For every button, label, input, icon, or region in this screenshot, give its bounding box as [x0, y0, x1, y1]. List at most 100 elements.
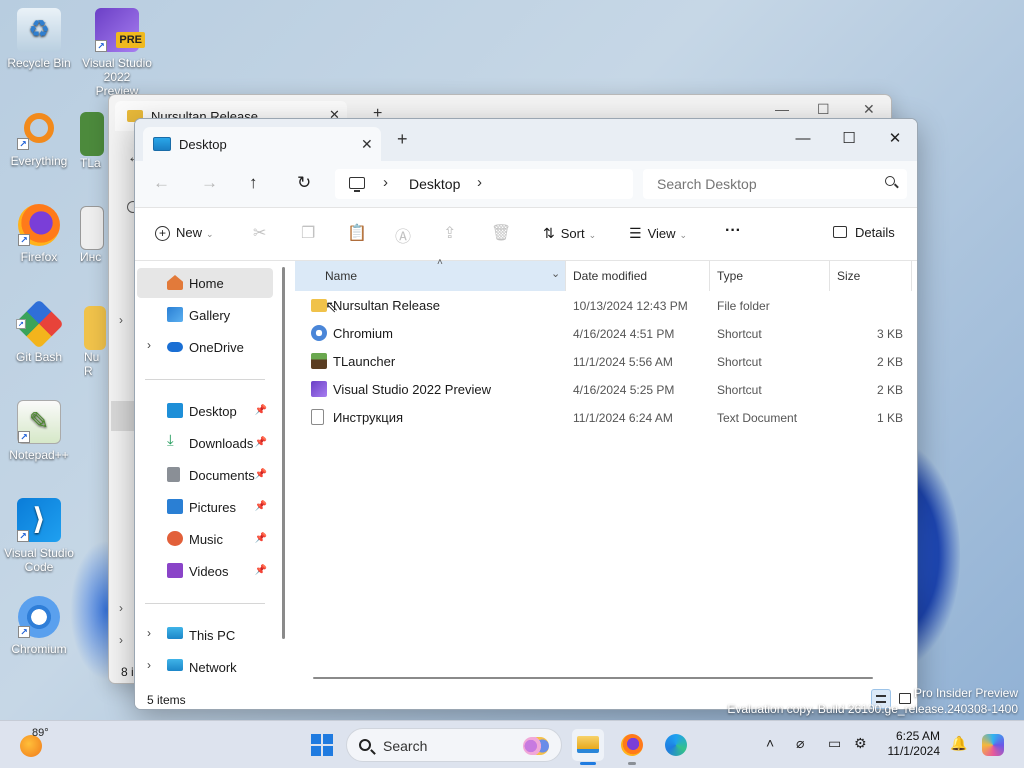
- new-button[interactable]: + New ⌄: [155, 225, 214, 241]
- close-icon[interactable]: ✕: [873, 125, 917, 153]
- refresh-icon[interactable]: ↻: [297, 173, 311, 193]
- pin-icon[interactable]: 📌: [255, 405, 267, 416]
- pin-icon[interactable]: 📌: [255, 437, 267, 448]
- column-separator[interactable]: [911, 261, 912, 291]
- sidebar-item-pictures[interactable]: Pictures 📌: [137, 492, 273, 522]
- pin-icon[interactable]: 📌: [255, 469, 267, 480]
- explorer-window[interactable]: Desktop ✕ + — ☐ ✕ ← → ↑ ↻ › Desktop › +N…: [134, 118, 918, 710]
- horizontal-scrollbar[interactable]: [313, 677, 873, 679]
- desktop-icon-git-bash[interactable]: ↗ Git Bash: [3, 299, 75, 364]
- chevron-up-icon[interactable]: ˄: [766, 735, 774, 751]
- column-size[interactable]: Size: [837, 269, 860, 283]
- column-separator[interactable]: [565, 261, 566, 291]
- edge-icon: [665, 734, 687, 756]
- expand-chevron-icon[interactable]: ›: [119, 601, 123, 615]
- sidebar-item-network[interactable]: › Network: [137, 652, 273, 682]
- copy-icon[interactable]: ❐: [301, 223, 315, 243]
- desktop-icon-notepad-plus-plus[interactable]: ✎ ↗ Notepad++: [3, 400, 75, 462]
- minimize-icon[interactable]: —: [775, 101, 789, 117]
- maximize-icon[interactable]: ☐: [827, 125, 871, 153]
- column-separator[interactable]: [709, 261, 710, 291]
- sort-button[interactable]: ⇅ Sort ⌄: [543, 225, 596, 242]
- details-button[interactable]: Details: [833, 225, 895, 240]
- sidebar-item-videos[interactable]: Videos 📌: [137, 556, 273, 586]
- file-row-instruktsiya[interactable]: Инструкция 11/1/2024 6:24 AM Text Docume…: [293, 403, 917, 431]
- minimize-icon[interactable]: —: [781, 125, 825, 153]
- desktop-icon-vscode[interactable]: ⟩ ↗ Visual Studio Code: [3, 498, 75, 574]
- desktop-icon-firefox[interactable]: ↗ Firefox: [3, 204, 75, 264]
- chevron-right-icon[interactable]: ›: [147, 626, 151, 640]
- desktop-icon-partial[interactable]: Nu R: [84, 306, 110, 378]
- clock[interactable]: 6:25 AM 11/1/2024: [882, 729, 941, 759]
- display-icon[interactable]: ▭: [828, 735, 841, 752]
- file-row-chromium[interactable]: Chromium 4/16/2024 4:51 PM Shortcut 3 KB: [293, 319, 917, 347]
- desktop-icon-visual-studio[interactable]: PRE ↗ Visual Studio 2022 Preview: [81, 8, 153, 98]
- column-date-modified[interactable]: Date modified: [573, 269, 647, 283]
- chevron-down-icon: ⌄: [588, 230, 597, 240]
- new-tab-icon[interactable]: +: [397, 130, 408, 148]
- column-separator[interactable]: [829, 261, 830, 291]
- column-name[interactable]: Name: [325, 269, 357, 283]
- file-row-visual-studio-2022-preview[interactable]: Visual Studio 2022 Preview 4/16/2024 5:2…: [293, 375, 917, 403]
- forward-arrow-icon[interactable]: →: [201, 173, 218, 193]
- tab-desktop[interactable]: Desktop ✕: [143, 127, 381, 161]
- search-input[interactable]: [643, 169, 907, 199]
- delete-icon[interactable]: 🗑: [491, 223, 511, 243]
- maximize-icon[interactable]: ☐: [817, 101, 830, 118]
- title-bar[interactable]: Desktop ✕ + — ☐ ✕: [135, 119, 917, 161]
- pin-icon[interactable]: 📌: [255, 533, 267, 544]
- cut-icon[interactable]: ✂: [253, 223, 266, 243]
- details-pane-icon: [833, 226, 847, 238]
- desktop-icon-partial[interactable]: Инс: [80, 206, 110, 264]
- desktop-icon-partial[interactable]: TLa: [80, 112, 110, 170]
- sidebar-item-documents[interactable]: Documents 📌: [137, 460, 273, 490]
- sidebar-item-gallery[interactable]: Gallery: [137, 300, 273, 330]
- breadcrumb-desktop[interactable]: Desktop: [409, 176, 460, 192]
- close-tab-icon[interactable]: ✕: [361, 136, 373, 153]
- column-header: ˄ Name ⌄ Date modified Type Size: [293, 257, 917, 291]
- file-row-nursultan-release[interactable]: Nursultan Release 10/13/2024 12:43 PM Fi…: [293, 291, 917, 319]
- close-icon[interactable]: ✕: [863, 101, 875, 118]
- taskbar-edge[interactable]: [660, 729, 692, 761]
- pin-icon[interactable]: 📌: [255, 501, 267, 512]
- paste-icon[interactable]: 📋: [347, 223, 367, 243]
- copilot-icon[interactable]: [982, 734, 1004, 756]
- chevron-right-icon[interactable]: ›: [147, 338, 151, 352]
- sidebar-item-music[interactable]: Music 📌: [137, 524, 273, 554]
- taskbar-search[interactable]: Search: [346, 728, 562, 762]
- more-options-button[interactable]: ···: [725, 222, 741, 240]
- network-offline-icon[interactable]: ⌀: [796, 735, 804, 752]
- sidebar-item-home[interactable]: Home: [137, 268, 273, 298]
- chevron-right-icon[interactable]: ›: [147, 658, 151, 672]
- pin-icon[interactable]: 📌: [255, 565, 267, 576]
- notification-bell-icon[interactable]: 🔔: [950, 735, 967, 752]
- desktop-icon-everything[interactable]: ↗ Everything: [3, 106, 75, 168]
- sidebar-scrollbar[interactable]: [282, 267, 285, 639]
- address-bar[interactable]: › Desktop ›: [335, 169, 633, 199]
- share-icon[interactable]: ⇪: [443, 223, 456, 243]
- sidebar-item-desktop[interactable]: Desktop 📌: [137, 396, 273, 426]
- taskbar-file-explorer[interactable]: [572, 729, 604, 765]
- search-box[interactable]: [643, 169, 907, 199]
- up-arrow-icon[interactable]: ↑: [249, 173, 258, 193]
- accessibility-icon[interactable]: ⚙: [854, 735, 867, 752]
- column-type[interactable]: Type: [717, 269, 743, 283]
- chevron-right-icon[interactable]: ›: [477, 174, 482, 191]
- expand-chevron-icon[interactable]: ›: [119, 313, 123, 327]
- chevron-down-icon[interactable]: ⌄: [551, 267, 560, 280]
- file-row-tlauncher[interactable]: TLauncher 11/1/2024 5:56 AM Shortcut 2 K…: [293, 347, 917, 375]
- sidebar-item-onedrive[interactable]: › OneDrive: [137, 332, 273, 362]
- chevron-right-icon[interactable]: ›: [383, 174, 388, 191]
- vscode-icon: ⟩ ↗: [17, 498, 61, 542]
- view-button[interactable]: ☰ View ⌄: [629, 225, 687, 242]
- sidebar-item-downloads[interactable]: ⤓ Downloads 📌: [137, 428, 273, 458]
- sidebar-item-this-pc[interactable]: › This PC: [137, 620, 273, 650]
- start-button[interactable]: [306, 729, 338, 761]
- expand-chevron-icon[interactable]: ›: [119, 633, 123, 647]
- back-arrow-icon[interactable]: ←: [153, 173, 170, 193]
- desktop-icon-recycle-bin[interactable]: ♻ Recycle Bin: [3, 8, 75, 70]
- desktop-icon-chromium[interactable]: ↗ Chromium: [3, 596, 75, 656]
- search-icon[interactable]: [885, 176, 895, 186]
- rename-icon[interactable]: Ⓐ: [395, 223, 411, 247]
- taskbar-firefox[interactable]: [616, 729, 648, 765]
